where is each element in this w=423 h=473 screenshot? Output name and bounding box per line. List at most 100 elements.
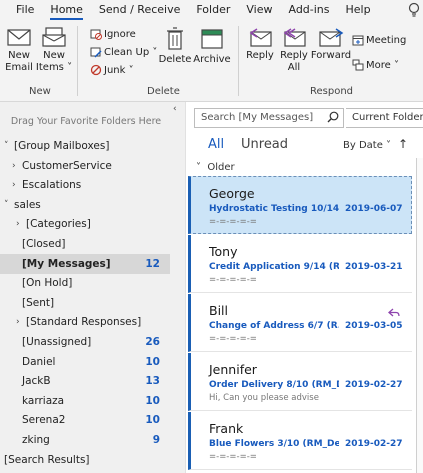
filter-unread-tab[interactable]: Unread bbox=[241, 137, 288, 152]
folder-name: [Group Mailboxes] bbox=[14, 140, 110, 152]
message-preview: =-=-=-=-= bbox=[209, 452, 257, 462]
ribbon-divider bbox=[77, 26, 78, 96]
archive-button[interactable]: Archive bbox=[193, 26, 231, 66]
ribbon-divider bbox=[238, 26, 239, 96]
collapse-pane-icon[interactable]: ‹ bbox=[173, 104, 177, 114]
folder-item[interactable]: karriaza 10 bbox=[0, 391, 170, 411]
chevron-right-icon[interactable]: › bbox=[12, 180, 20, 190]
junk-button[interactable]: Junk ˅ bbox=[90, 62, 134, 78]
folder-item[interactable]: [Sent] bbox=[0, 293, 170, 313]
forward-label: Forward bbox=[310, 50, 352, 61]
message-subject: Blue Flowers 3/10 (RM_De... bbox=[209, 439, 339, 449]
ignore-button[interactable]: Ignore bbox=[90, 26, 136, 42]
chevron-down-icon[interactable]: ˅ bbox=[4, 141, 12, 151]
message-date: 2019-06-07 bbox=[345, 204, 403, 214]
unread-count-badge: 10 bbox=[145, 355, 160, 368]
reply-all-label: Reply All bbox=[280, 50, 308, 73]
reply-all-button[interactable]: Reply All bbox=[278, 26, 310, 74]
group-respond-label: Respond bbox=[310, 86, 354, 97]
folder-item[interactable]: [On Hold] bbox=[0, 273, 170, 293]
tab-help[interactable]: Help bbox=[338, 0, 379, 22]
chevron-right-icon[interactable]: › bbox=[12, 161, 20, 171]
folder-item[interactable]: › Escalations bbox=[0, 175, 170, 195]
folder-item[interactable]: Daniel 10 bbox=[0, 352, 170, 372]
tab-view[interactable]: View bbox=[238, 0, 280, 22]
new-email-button[interactable]: New Email bbox=[4, 26, 34, 74]
search-scope-dropdown[interactable]: Current Folder bbox=[346, 108, 423, 128]
folder-item[interactable]: › CustomerService bbox=[0, 156, 170, 176]
folder-name: Serena2 bbox=[22, 414, 66, 427]
chevron-right-icon[interactable]: › bbox=[16, 219, 24, 229]
delete-button[interactable]: Delete bbox=[159, 26, 191, 66]
reply-button[interactable]: Reply bbox=[244, 26, 276, 62]
folder-name: karriaza bbox=[22, 394, 65, 407]
folder-item[interactable]: [My Messages] 12 bbox=[0, 253, 170, 274]
unread-count-badge: 13 bbox=[145, 375, 160, 388]
reply-icon bbox=[249, 28, 272, 47]
folder-item[interactable]: Serena2 10 bbox=[0, 410, 170, 430]
junk-icon bbox=[90, 64, 102, 76]
lightbulb-icon[interactable] bbox=[407, 2, 421, 18]
archive-label: Archive bbox=[193, 54, 231, 65]
tab-add-ins[interactable]: Add-ins bbox=[280, 0, 337, 22]
chevron-down-icon: ˅ bbox=[196, 162, 201, 173]
search-input[interactable]: Search [My Messages] bbox=[194, 108, 344, 128]
folder-name: [Standard Responses] bbox=[26, 316, 142, 329]
folder-item[interactable]: JackB 13 bbox=[0, 371, 170, 391]
message-item[interactable]: Bill Change of Address 6/7 (R... 2019-03-0… bbox=[188, 294, 412, 352]
group-header-older[interactable]: ˅ Older bbox=[196, 162, 235, 173]
folder-item[interactable]: [Closed] bbox=[0, 234, 170, 254]
new-items-button[interactable]: New Items ˅ bbox=[35, 26, 73, 74]
message-item[interactable]: Jennifer Order Delivery 8/10 (RM_D... 2019… bbox=[188, 353, 412, 411]
envelope-icon bbox=[7, 29, 31, 46]
message-sender: Tony bbox=[209, 244, 238, 259]
junk-label: Junk ˅ bbox=[104, 64, 134, 76]
group-delete-label: Delete bbox=[147, 86, 180, 97]
tab-home[interactable]: Home bbox=[42, 0, 90, 22]
archive-icon bbox=[201, 29, 223, 49]
folder-item[interactable]: › [Standard Responses] bbox=[0, 312, 170, 332]
sort-direction-icon[interactable]: ↑ bbox=[398, 137, 408, 151]
ignore-icon bbox=[90, 29, 102, 40]
clean-up-button[interactable]: Clean Up ˅ bbox=[90, 44, 157, 60]
tab-folder[interactable]: Folder bbox=[188, 0, 238, 22]
meeting-button[interactable]: Meeting bbox=[352, 32, 406, 48]
message-date: 2019-03-21 bbox=[345, 262, 403, 272]
folder-item[interactable]: [Search Results] bbox=[0, 450, 170, 470]
folder-item[interactable]: ˅ [Group Mailboxes] bbox=[0, 136, 170, 156]
more-button[interactable]: More ˅ bbox=[352, 57, 399, 73]
message-subject: Credit Application 9/14 (R... bbox=[209, 262, 339, 272]
message-subject: Hydrostatic Testing 10/14 (... bbox=[209, 204, 339, 214]
message-item[interactable]: George Hydrostatic Testing 10/14 (... 2019… bbox=[188, 176, 412, 234]
folder-name: [Categories] bbox=[26, 218, 91, 231]
folder-name: sales bbox=[14, 198, 41, 211]
more-icon bbox=[352, 59, 364, 71]
group-header-label: Older bbox=[207, 162, 235, 173]
message-sender: Frank bbox=[209, 421, 244, 436]
chevron-down-icon[interactable]: ˅ bbox=[4, 200, 12, 210]
folder-name: [Search Results] bbox=[4, 453, 90, 466]
tab-file[interactable]: File bbox=[8, 0, 42, 22]
clean-up-label: Clean Up ˅ bbox=[104, 46, 158, 58]
unread-count-badge: 10 bbox=[145, 414, 160, 427]
new-email-label: New Email bbox=[5, 50, 33, 73]
forward-icon bbox=[319, 28, 344, 47]
chevron-right-icon[interactable]: › bbox=[16, 317, 24, 327]
forward-button[interactable]: Forward bbox=[310, 26, 352, 62]
unread-count-badge: 9 bbox=[152, 434, 160, 446]
folder-name: Escalations bbox=[22, 179, 82, 192]
folder-item[interactable]: [Unassigned] 26 bbox=[0, 332, 170, 352]
search-icon[interactable] bbox=[327, 111, 339, 123]
new-items-icon bbox=[42, 27, 66, 47]
folder-item[interactable]: zking 9 bbox=[0, 430, 170, 450]
folder-item[interactable]: ˅ sales bbox=[0, 195, 170, 215]
message-item[interactable]: Frank Blue Flowers 3/10 (RM_De... 2019-02-… bbox=[188, 412, 412, 470]
tab-send-receive[interactable]: Send / Receive bbox=[91, 0, 188, 22]
sort-dropdown[interactable]: By Date ˅ bbox=[343, 140, 391, 151]
filter-all-tab[interactable]: All bbox=[208, 137, 224, 152]
message-item[interactable]: Tony Credit Application 9/14 (R... 2019-03… bbox=[188, 235, 412, 293]
unread-count-badge: 12 bbox=[145, 257, 160, 270]
folder-pane: ‹ Drag Your Favorite Folders Here ˅ [Grou… bbox=[0, 102, 186, 473]
new-items-label: New Items ˅ bbox=[35, 50, 73, 73]
folder-item[interactable]: › [Categories] bbox=[0, 214, 170, 234]
